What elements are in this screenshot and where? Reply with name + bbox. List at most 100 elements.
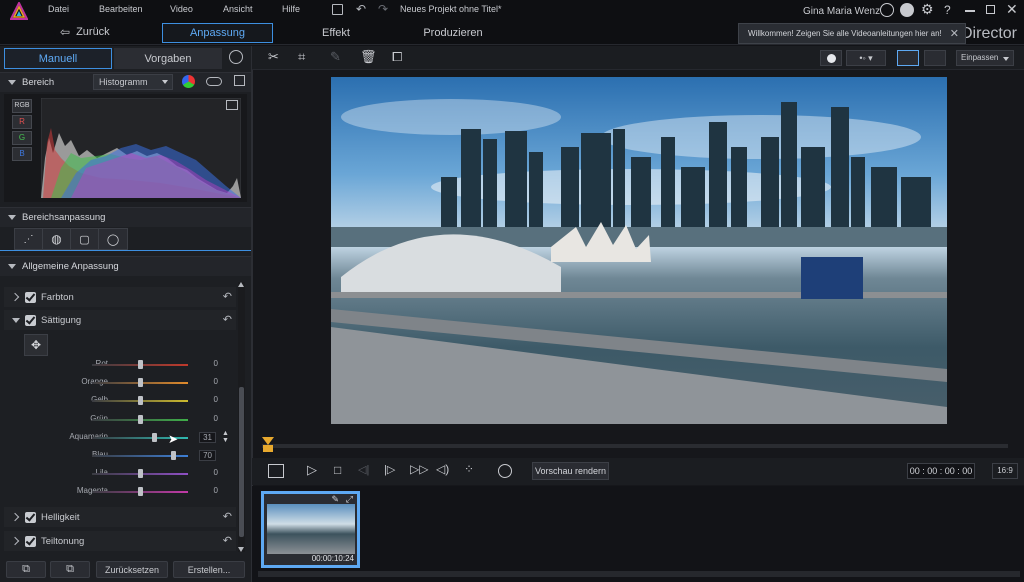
marker-dropdown-icon[interactable]: •◦ ▾ bbox=[846, 50, 886, 66]
scroll-up-icon[interactable] bbox=[238, 282, 244, 287]
slider-value[interactable]: 0 bbox=[214, 395, 218, 404]
undo-icon[interactable]: ↶ bbox=[356, 2, 366, 16]
menu-ansicht[interactable]: Ansicht bbox=[223, 4, 253, 14]
section-bereichsanpassung[interactable]: Bereichsanpassung bbox=[0, 207, 251, 227]
render-preview-button[interactable]: Vorschau rendern bbox=[532, 462, 609, 480]
color-channels-icon[interactable] bbox=[182, 75, 195, 88]
slider-knob[interactable] bbox=[137, 414, 143, 424]
user-icon[interactable] bbox=[880, 3, 894, 17]
reset-helligkeit-icon[interactable]: ↶ bbox=[223, 510, 232, 523]
slider-row-1[interactable]: Orange0 bbox=[20, 374, 220, 392]
slider-value[interactable]: 0 bbox=[214, 486, 218, 495]
slider-knob[interactable] bbox=[171, 451, 177, 460]
slider-row-3[interactable]: Grün0 bbox=[20, 411, 220, 429]
crop-icon[interactable]: ⌗ bbox=[298, 49, 305, 65]
3d-mode-icon[interactable] bbox=[498, 464, 512, 478]
playhead-marker[interactable] bbox=[262, 437, 274, 445]
record-dot-icon[interactable] bbox=[820, 50, 842, 66]
tab-effekt[interactable]: Effekt bbox=[290, 23, 382, 43]
menu-hilfe[interactable]: Hilfe bbox=[282, 4, 300, 14]
reset-farbton-icon[interactable]: ↶ bbox=[223, 290, 232, 303]
channel-rgb[interactable]: RGB bbox=[12, 99, 32, 113]
menu-datei[interactable]: Datei bbox=[48, 4, 69, 14]
clip-edit-icon[interactable]: ✎ bbox=[331, 494, 339, 505]
redo-icon[interactable]: ↷ bbox=[378, 2, 388, 16]
slider-knob[interactable] bbox=[137, 469, 143, 479]
globe-tool-icon[interactable]: ◍ bbox=[43, 229, 71, 249]
paste-settings-button[interactable]: ⧉ bbox=[50, 561, 90, 578]
save-icon[interactable] bbox=[332, 4, 343, 15]
scroll-down-icon[interactable] bbox=[238, 547, 244, 552]
reset-teiltonung-icon[interactable]: ↶ bbox=[223, 534, 232, 547]
square-tool-icon[interactable]: ▢ bbox=[71, 229, 99, 249]
popout-icon[interactable] bbox=[234, 75, 245, 86]
clip-effects-icon[interactable]: ⤢ bbox=[346, 494, 353, 505]
curve-tool-icon[interactable]: ⋰ bbox=[15, 229, 43, 249]
volume-icon[interactable]: ◁) bbox=[436, 462, 449, 476]
notification-bell-icon[interactable] bbox=[900, 3, 914, 17]
fit-dropdown[interactable]: Einpassen bbox=[956, 50, 1014, 66]
slider-row-5[interactable]: Blau70 bbox=[20, 447, 220, 465]
histogram-warning-icon[interactable] bbox=[226, 100, 238, 110]
section-allgemeine-anpassung[interactable]: Allgemeine Anpassung bbox=[0, 256, 251, 276]
reset-button[interactable]: Zurücksetzen bbox=[96, 561, 168, 578]
slider-value[interactable]: 0 bbox=[214, 414, 218, 423]
circle-tool-icon[interactable]: ◯ bbox=[99, 229, 127, 249]
slider-value[interactable]: 0 bbox=[214, 468, 218, 477]
slider-knob[interactable] bbox=[137, 396, 143, 406]
histogram-dropdown[interactable]: Histogramm bbox=[93, 74, 173, 90]
scrubber-track[interactable] bbox=[262, 444, 1008, 448]
close-window-icon[interactable]: ✕ bbox=[1006, 1, 1018, 18]
slider-row-2[interactable]: Gelb0 bbox=[20, 392, 220, 410]
history-icon[interactable] bbox=[229, 50, 243, 64]
helligkeit-checkbox[interactable] bbox=[25, 511, 36, 523]
channel-r[interactable]: R bbox=[12, 115, 32, 129]
minimize-icon[interactable] bbox=[965, 10, 975, 12]
back-button[interactable]: ⇦ Zurück bbox=[60, 25, 110, 39]
slider-knob[interactable] bbox=[137, 360, 143, 369]
settings-gear-icon[interactable]: ⚙ bbox=[921, 1, 934, 18]
slider-knob[interactable] bbox=[137, 378, 143, 388]
slider-row-6[interactable]: Lila0 bbox=[20, 465, 220, 483]
view-compare-icon[interactable] bbox=[924, 50, 946, 66]
slider-value[interactable]: 70 bbox=[199, 450, 216, 461]
timeline-scrollbar[interactable] bbox=[258, 571, 1020, 577]
play-icon[interactable]: ▷ bbox=[307, 462, 317, 478]
menu-bearbeiten[interactable]: Bearbeiten bbox=[99, 4, 143, 14]
notification-close-icon[interactable]: ✕ bbox=[950, 27, 959, 40]
brush-icon[interactable]: ✎ bbox=[330, 49, 341, 65]
tab-anpassung[interactable]: Anpassung bbox=[162, 23, 273, 43]
row-teiltonung[interactable]: Teiltonung ↶ bbox=[4, 531, 236, 551]
help-icon[interactable]: ? bbox=[944, 3, 951, 17]
saettigung-checkbox[interactable] bbox=[25, 314, 36, 326]
eyedropper-tool[interactable]: ✥ bbox=[24, 334, 48, 356]
teiltonung-checkbox[interactable] bbox=[25, 535, 36, 547]
scissors-icon[interactable]: ✂ bbox=[268, 49, 279, 65]
channel-g[interactable]: G bbox=[12, 131, 32, 145]
timecode-display[interactable]: 00 : 00 : 00 : 00 bbox=[907, 463, 975, 479]
snapshot-icon[interactable]: ⁘ bbox=[464, 462, 474, 476]
trash-icon[interactable]: 🗑 bbox=[360, 49, 377, 65]
slider-value[interactable]: 0 bbox=[214, 359, 218, 368]
create-button[interactable]: Erstellen... bbox=[173, 561, 245, 578]
reset-saettigung-icon[interactable]: ↶ bbox=[223, 313, 232, 326]
prev-frame-icon[interactable]: ◁| bbox=[358, 463, 369, 476]
timeline-clip[interactable]: ✎ ⤢ 00:00:10:24 bbox=[261, 491, 360, 568]
row-saettigung[interactable]: Sättigung ↶ bbox=[4, 310, 236, 330]
view-single-icon[interactable] bbox=[897, 50, 919, 66]
welcome-notification[interactable]: Willkommen! Zeigen Sie alle Videoanleitu… bbox=[738, 23, 966, 44]
fast-forward-icon[interactable]: ▷▷ bbox=[410, 462, 428, 476]
stop-icon[interactable]: □ bbox=[334, 463, 341, 477]
scroll-thumb[interactable] bbox=[239, 387, 244, 537]
video-preview[interactable] bbox=[331, 77, 947, 424]
value-spinner-icon[interactable]: ▲ ▼ bbox=[222, 430, 229, 444]
slider-value[interactable]: 31 bbox=[199, 431, 216, 443]
slider-row-7[interactable]: Magenta0 bbox=[20, 483, 220, 501]
slider-row-0[interactable]: Rot0 bbox=[20, 356, 220, 374]
maximize-icon[interactable] bbox=[986, 5, 995, 14]
tab-produzieren[interactable]: Produzieren bbox=[402, 23, 504, 43]
tab-vorgaben[interactable]: Vorgaben bbox=[114, 48, 222, 69]
farbton-checkbox[interactable] bbox=[25, 291, 36, 303]
channel-b[interactable]: B bbox=[12, 147, 32, 161]
slider-knob[interactable] bbox=[152, 432, 158, 442]
